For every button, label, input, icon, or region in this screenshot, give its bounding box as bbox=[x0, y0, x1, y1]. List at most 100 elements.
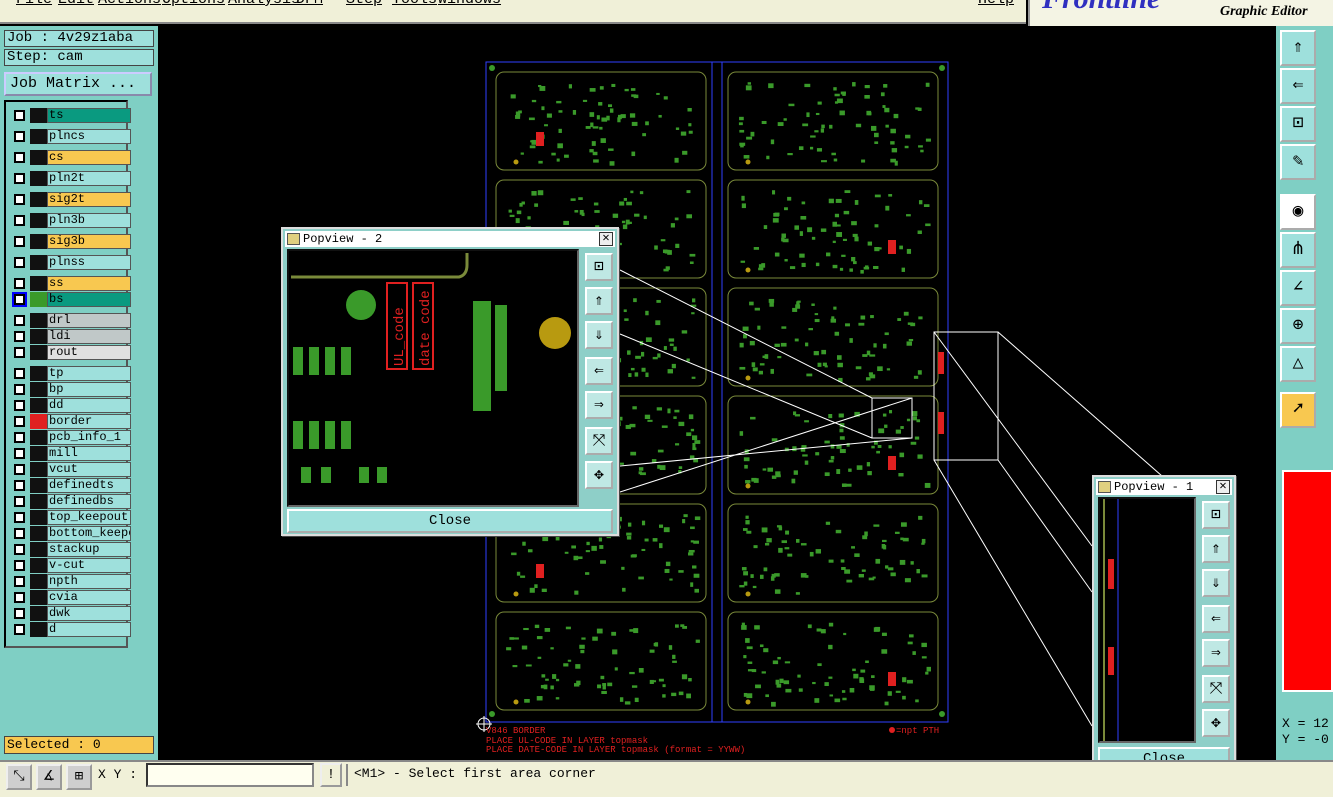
layer-color-swatch[interactable] bbox=[30, 276, 47, 291]
measure-icon[interactable]: ✎ bbox=[1280, 144, 1316, 180]
zoom-out-button[interactable]: ⤧ bbox=[585, 427, 613, 455]
select-arrow-icon[interactable]: ➚ bbox=[1280, 392, 1316, 428]
close-icon[interactable]: ✕ bbox=[1216, 480, 1230, 494]
angle-icon[interactable]: ∠ bbox=[1280, 270, 1316, 306]
layer-checkbox[interactable] bbox=[14, 480, 25, 491]
layer-checkbox[interactable] bbox=[14, 544, 25, 555]
layer-color-swatch[interactable] bbox=[30, 255, 47, 270]
layer-row-npth[interactable]: npth bbox=[10, 574, 131, 589]
layer-label[interactable]: ldi bbox=[47, 329, 131, 344]
layer-checkbox[interactable] bbox=[14, 416, 25, 427]
menu-help[interactable]: Help bbox=[978, 0, 1014, 8]
layer-label[interactable]: vcut bbox=[47, 462, 131, 477]
menu-edit[interactable]: Edit bbox=[58, 0, 94, 8]
layer-label[interactable]: pcb_info_1 bbox=[47, 430, 131, 445]
zoom-home-button[interactable]: ⊡ bbox=[585, 253, 613, 281]
layer-color-swatch[interactable] bbox=[30, 462, 47, 477]
zoom-in-button[interactable]: ✥ bbox=[1202, 709, 1230, 737]
pan-down-button[interactable]: ⇓ bbox=[585, 321, 613, 349]
layer-color-swatch[interactable] bbox=[30, 446, 47, 461]
layer-row-pln2t[interactable]: pln2t bbox=[10, 171, 131, 186]
layer-checkbox[interactable] bbox=[14, 315, 25, 326]
layer-checkbox[interactable] bbox=[14, 608, 25, 619]
layer-label[interactable]: stackup bbox=[47, 542, 131, 557]
layer-row-stackup[interactable]: stackup bbox=[10, 542, 131, 557]
layer-label[interactable]: mill bbox=[47, 446, 131, 461]
menu-windows[interactable]: Windows bbox=[438, 0, 501, 8]
layer-label[interactable]: bottom_keepo bbox=[47, 526, 131, 541]
layer-label[interactable]: plnss bbox=[47, 255, 131, 270]
pan-up-button[interactable]: ⇑ bbox=[1202, 535, 1230, 563]
layer-row-definedts[interactable]: definedts bbox=[10, 478, 131, 493]
layer-label[interactable]: top_keepout bbox=[47, 510, 131, 525]
layer-label[interactable]: border bbox=[47, 414, 131, 429]
layer-color-swatch[interactable] bbox=[30, 192, 47, 207]
layer-checkbox[interactable] bbox=[14, 528, 25, 539]
layer-checkbox[interactable] bbox=[12, 292, 27, 307]
layer-checkbox[interactable] bbox=[14, 384, 25, 395]
layer-checkbox[interactable] bbox=[14, 215, 25, 226]
layer-checkbox[interactable] bbox=[14, 194, 25, 205]
layer-checkbox[interactable] bbox=[14, 347, 25, 358]
zoom-in-button[interactable]: ✥ bbox=[585, 461, 613, 489]
layer-label[interactable]: sig3b bbox=[47, 234, 131, 249]
layer-row-dwk[interactable]: dwk bbox=[10, 606, 131, 621]
menu-dfm[interactable]: DFM bbox=[296, 0, 323, 8]
layer-checkbox[interactable] bbox=[14, 512, 25, 523]
layer-color-swatch[interactable] bbox=[30, 345, 47, 360]
layer-checkbox[interactable] bbox=[14, 368, 25, 379]
layer-row-mill[interactable]: mill bbox=[10, 446, 131, 461]
menu-actions[interactable]: Actions bbox=[98, 0, 161, 8]
layer-label[interactable]: cvia bbox=[47, 590, 131, 605]
triangle-icon[interactable]: △ bbox=[1280, 346, 1316, 382]
layer-label[interactable]: definedts bbox=[47, 478, 131, 493]
pan-down-button[interactable]: ⇓ bbox=[1202, 569, 1230, 597]
layer-row-plncs[interactable]: plncs bbox=[10, 129, 131, 144]
layer-checkbox[interactable] bbox=[14, 131, 25, 142]
layer-color-swatch[interactable] bbox=[30, 430, 47, 445]
fit-window-icon[interactable]: ⊡ bbox=[1280, 106, 1316, 142]
layer-checkbox[interactable] bbox=[14, 110, 25, 121]
menu-tools[interactable]: Tools bbox=[392, 0, 437, 8]
menu-analysis[interactable]: Analysis bbox=[228, 0, 300, 8]
layer-color-swatch[interactable] bbox=[30, 478, 47, 493]
layer-row-pln3b[interactable]: pln3b bbox=[10, 213, 131, 228]
layer-checkbox[interactable] bbox=[14, 257, 25, 268]
layer-row-vcut[interactable]: vcut bbox=[10, 462, 131, 477]
layer-row-drl[interactable]: drl bbox=[10, 313, 131, 328]
layer-color-swatch[interactable] bbox=[30, 108, 47, 123]
layer-checkbox[interactable] bbox=[14, 152, 25, 163]
layer-label[interactable]: rout bbox=[47, 345, 131, 360]
menu-file[interactable]: File bbox=[16, 0, 52, 8]
layer-color-swatch[interactable] bbox=[30, 366, 47, 381]
layer-row-plnss[interactable]: plnss bbox=[10, 255, 131, 270]
layer-checkbox[interactable] bbox=[14, 432, 25, 443]
xy-input[interactable] bbox=[146, 763, 314, 787]
layer-label[interactable]: pln3b bbox=[47, 213, 131, 228]
popview-1-view[interactable] bbox=[1098, 497, 1196, 743]
pan-up-button[interactable]: ⇑ bbox=[585, 287, 613, 315]
layer-checkbox[interactable] bbox=[14, 560, 25, 571]
layer-color-swatch[interactable] bbox=[30, 542, 47, 557]
layer-label[interactable]: pln2t bbox=[47, 171, 131, 186]
layer-label[interactable]: dwk bbox=[47, 606, 131, 621]
layer-color-swatch[interactable] bbox=[30, 329, 47, 344]
layer-checkbox[interactable] bbox=[14, 236, 25, 247]
layer-row-pcb_info_1[interactable]: pcb_info_1 bbox=[10, 430, 131, 445]
grid-icon[interactable]: ⊞ bbox=[66, 764, 92, 790]
layer-color-swatch[interactable] bbox=[30, 313, 47, 328]
pan-left-button[interactable]: ⇐ bbox=[1202, 605, 1230, 633]
layer-row-border[interactable]: border bbox=[10, 414, 131, 429]
layer-checkbox[interactable] bbox=[14, 592, 25, 603]
layer-color-swatch[interactable] bbox=[30, 606, 47, 621]
layer-label[interactable]: d bbox=[47, 622, 131, 637]
measure-angle-icon[interactable]: ∡ bbox=[36, 764, 62, 790]
layer-row-bs[interactable]: bs bbox=[10, 292, 131, 307]
layer-row-tp[interactable]: tp bbox=[10, 366, 131, 381]
popview-2-view[interactable]: UL_code date code bbox=[287, 249, 579, 507]
layer-label[interactable]: ts bbox=[47, 108, 131, 123]
layer-checkbox[interactable] bbox=[14, 496, 25, 507]
layer-color-swatch[interactable] bbox=[30, 234, 47, 249]
layer-checkbox[interactable] bbox=[14, 400, 25, 411]
layer-row-ss[interactable]: ss bbox=[10, 276, 131, 291]
